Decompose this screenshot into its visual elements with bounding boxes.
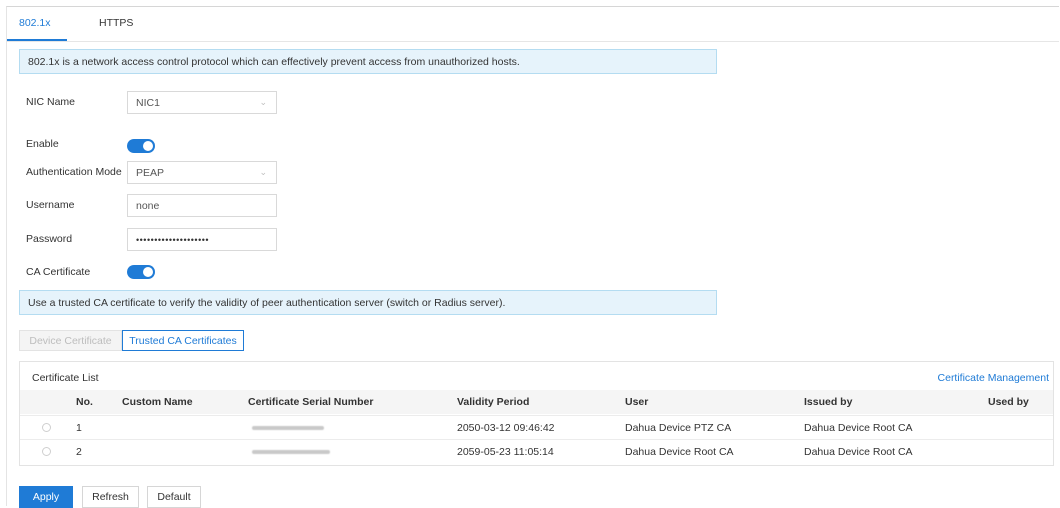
row-radio[interactable] [42,447,51,456]
cell-validity: 2059-05-23 11:05:14 [457,446,554,458]
username-value: none [136,199,160,212]
col-used-by: Used by [988,396,1029,408]
col-no: No. [76,396,93,408]
tab-8021x[interactable]: 802.1x [19,17,51,29]
nic-name-select[interactable]: NIC1 ⌄ [127,91,277,114]
table-row[interactable]: 2 2059-05-23 11:05:14 Dahua Device Root … [20,439,1053,464]
enable-toggle[interactable] [127,139,155,153]
certificate-management-link[interactable]: Certificate Management [938,372,1049,384]
ca-certificate-toggle[interactable] [127,265,155,279]
auth-mode-select[interactable]: PEAP ⌄ [127,161,277,184]
settings-panel: 802.1x HTTPS 802.1x is a network access … [6,6,1059,508]
password-label: Password [26,233,73,245]
info-banner-ca: Use a trusted CA certificate to verify t… [19,290,717,315]
active-tab-indicator [7,39,67,41]
table-row[interactable]: 1 2050-03-12 09:46:42 Dahua Device PTZ C… [20,415,1053,440]
col-user: User [625,396,649,408]
trusted-ca-certificates-tab[interactable]: Trusted CA Certificates [122,330,244,351]
serial-number-redacted [252,426,324,430]
nic-name-value: NIC1 [136,96,160,109]
col-validity-period: Validity Period [457,396,530,408]
cell-issued-by: Dahua Device Root CA [804,446,913,458]
cell-user: Dahua Device Root CA [625,446,734,458]
apply-button[interactable]: Apply [19,486,73,508]
username-input[interactable]: none [127,194,277,217]
nic-name-label: NIC Name [26,96,76,108]
table-header: No. Custom Name Certificate Serial Numbe… [20,390,1053,414]
toggle-knob [143,141,153,151]
tab-https[interactable]: HTTPS [99,17,133,29]
chevron-down-icon: ⌄ [259,167,267,177]
device-certificate-tab[interactable]: Device Certificate [19,330,122,351]
cell-user: Dahua Device PTZ CA [625,422,732,434]
username-label: Username [26,199,75,211]
toggle-knob [143,267,153,277]
col-custom-name: Custom Name [122,396,193,408]
cell-no: 1 [76,422,82,434]
cell-validity: 2050-03-12 09:46:42 [457,422,555,434]
chevron-down-icon: ⌄ [259,97,267,107]
serial-number-redacted [252,450,330,454]
ca-certificate-label: CA Certificate [26,266,91,278]
cell-no: 2 [76,446,82,458]
certificate-list-title: Certificate List [32,372,99,384]
col-serial-number: Certificate Serial Number [248,396,374,408]
enable-label: Enable [26,138,59,150]
certificate-list-panel: Certificate List Certificate Management … [19,361,1054,466]
cell-issued-by: Dahua Device Root CA [804,422,913,434]
auth-mode-label: Authentication Mode [26,166,122,178]
tab-bar: 802.1x HTTPS [7,7,1059,42]
default-button[interactable]: Default [147,486,201,508]
info-banner-8021x: 802.1x is a network access control proto… [19,49,717,74]
password-value: •••••••••••••••••••• [136,234,210,245]
row-radio[interactable] [42,423,51,432]
refresh-button[interactable]: Refresh [82,486,139,508]
auth-mode-value: PEAP [136,166,165,179]
password-input[interactable]: •••••••••••••••••••• [127,228,277,251]
col-issued-by: Issued by [804,396,853,408]
